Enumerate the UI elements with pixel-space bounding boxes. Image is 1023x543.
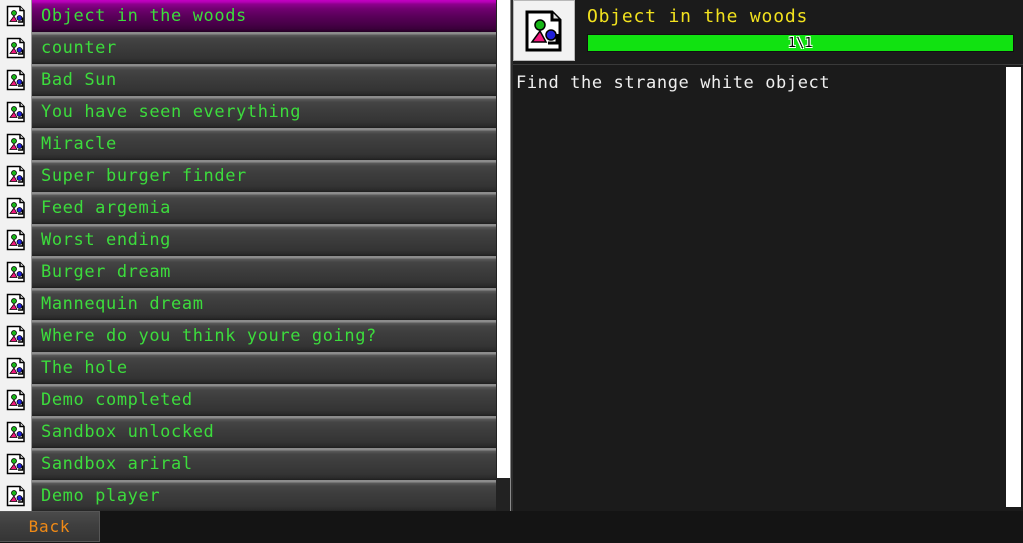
- image-document-icon: [0, 224, 32, 256]
- right-scrollbar-thumb[interactable]: [1006, 67, 1021, 507]
- list-item-label-cell: Miracle: [32, 128, 503, 160]
- image-document-icon: [0, 352, 32, 384]
- list-item-label: Burger dream: [41, 261, 172, 282]
- image-document-icon: [0, 32, 32, 64]
- image-document-icon: [0, 128, 32, 160]
- list-item[interactable]: Demo completed: [0, 384, 503, 416]
- list-item-label: Miracle: [41, 133, 117, 154]
- list-item-label: Sandbox unlocked: [41, 421, 215, 442]
- list-item[interactable]: You have seen everything: [0, 96, 503, 128]
- list-item[interactable]: Worst ending: [0, 224, 503, 256]
- list-item-label: Super burger finder: [41, 165, 247, 186]
- list-item-label-cell: Super burger finder: [32, 160, 503, 192]
- list-item[interactable]: Sandbox ariral: [0, 448, 503, 480]
- image-document-icon: [0, 384, 32, 416]
- list-item[interactable]: counter: [0, 32, 503, 64]
- achievements-screen: Object in the woods counter Bad Sun You hav…: [0, 0, 1023, 543]
- list-item[interactable]: Mannequin dream: [0, 288, 503, 320]
- achievement-list: Object in the woods counter Bad Sun You hav…: [0, 0, 512, 511]
- progress-bar-label: 1\1: [788, 36, 813, 51]
- list-item-label-cell: Where do you think youre going?: [32, 320, 503, 352]
- image-document-icon: [0, 480, 32, 511]
- image-document-icon: [0, 320, 32, 352]
- image-document-icon: [0, 160, 32, 192]
- achievement-list-panel: Object in the woods counter Bad Sun You hav…: [0, 0, 512, 511]
- image-document-icon: [0, 448, 32, 480]
- image-document-icon: [0, 416, 32, 448]
- list-item-label: Feed argemia: [41, 197, 172, 218]
- bottom-bar: Back: [0, 511, 1023, 543]
- list-item-label: Mannequin dream: [41, 293, 204, 314]
- list-item[interactable]: Sandbox unlocked: [0, 416, 503, 448]
- detail-header-content: Object in the woods 1\1: [575, 0, 1023, 52]
- back-button[interactable]: Back: [0, 511, 100, 542]
- image-document-icon: [0, 192, 32, 224]
- list-item-label: Bad Sun: [41, 69, 117, 90]
- list-item-label: Object in the woods: [41, 5, 247, 26]
- right-scrollbar-track[interactable]: [1005, 65, 1023, 511]
- detail-body: Find the strange white object: [513, 64, 1023, 511]
- list-item-label-cell: Demo completed: [32, 384, 503, 416]
- progress-bar: 1\1: [587, 34, 1014, 52]
- list-item-label: Demo completed: [41, 389, 193, 410]
- list-item-label: counter: [41, 37, 117, 58]
- list-item-label-cell: Worst ending: [32, 224, 503, 256]
- image-document-icon: [513, 0, 575, 61]
- list-item[interactable]: Super burger finder: [0, 160, 503, 192]
- list-item-label: Sandbox ariral: [41, 453, 193, 474]
- image-document-icon: [0, 64, 32, 96]
- list-item[interactable]: Feed argemia: [0, 192, 503, 224]
- list-item-label-cell: Demo player: [32, 480, 503, 511]
- list-item-label-cell: Mannequin dream: [32, 288, 503, 320]
- list-item-label: Worst ending: [41, 229, 172, 250]
- list-item-label-cell: Sandbox unlocked: [32, 416, 503, 448]
- list-item-label-cell: Sandbox ariral: [32, 448, 503, 480]
- list-item-label-cell: The hole: [32, 352, 503, 384]
- detail-title: Object in the woods: [587, 6, 809, 27]
- list-item[interactable]: Burger dream: [0, 256, 503, 288]
- list-item[interactable]: Demo player: [0, 480, 503, 511]
- list-item[interactable]: Object in the woods: [0, 0, 503, 32]
- list-item-label: The hole: [41, 357, 128, 378]
- list-item-label-cell: You have seen everything: [32, 96, 503, 128]
- image-document-icon: [0, 288, 32, 320]
- list-item-label: You have seen everything: [41, 101, 302, 122]
- list-item[interactable]: The hole: [0, 352, 503, 384]
- detail-description: Find the strange white object: [516, 73, 831, 93]
- list-item-label-cell: Object in the woods: [32, 0, 503, 32]
- list-item-label: Where do you think youre going?: [41, 325, 377, 346]
- list-item-label: Demo player: [41, 485, 161, 506]
- detail-header: Object in the woods 1\1: [513, 0, 1023, 64]
- list-item[interactable]: Miracle: [0, 128, 503, 160]
- image-document-icon: [0, 96, 32, 128]
- list-item[interactable]: Where do you think youre going?: [0, 320, 503, 352]
- back-button-label: Back: [28, 517, 71, 536]
- list-item-label-cell: counter: [32, 32, 503, 64]
- image-document-icon: [0, 256, 32, 288]
- left-scrollbar-thumb[interactable]: [497, 0, 511, 478]
- list-item[interactable]: Bad Sun: [0, 64, 503, 96]
- list-item-label-cell: Bad Sun: [32, 64, 503, 96]
- achievement-detail-panel: Object in the woods 1\1 Find the strange…: [513, 0, 1023, 511]
- list-item-label-cell: Burger dream: [32, 256, 503, 288]
- list-item-label-cell: Feed argemia: [32, 192, 503, 224]
- image-document-icon: [0, 0, 32, 32]
